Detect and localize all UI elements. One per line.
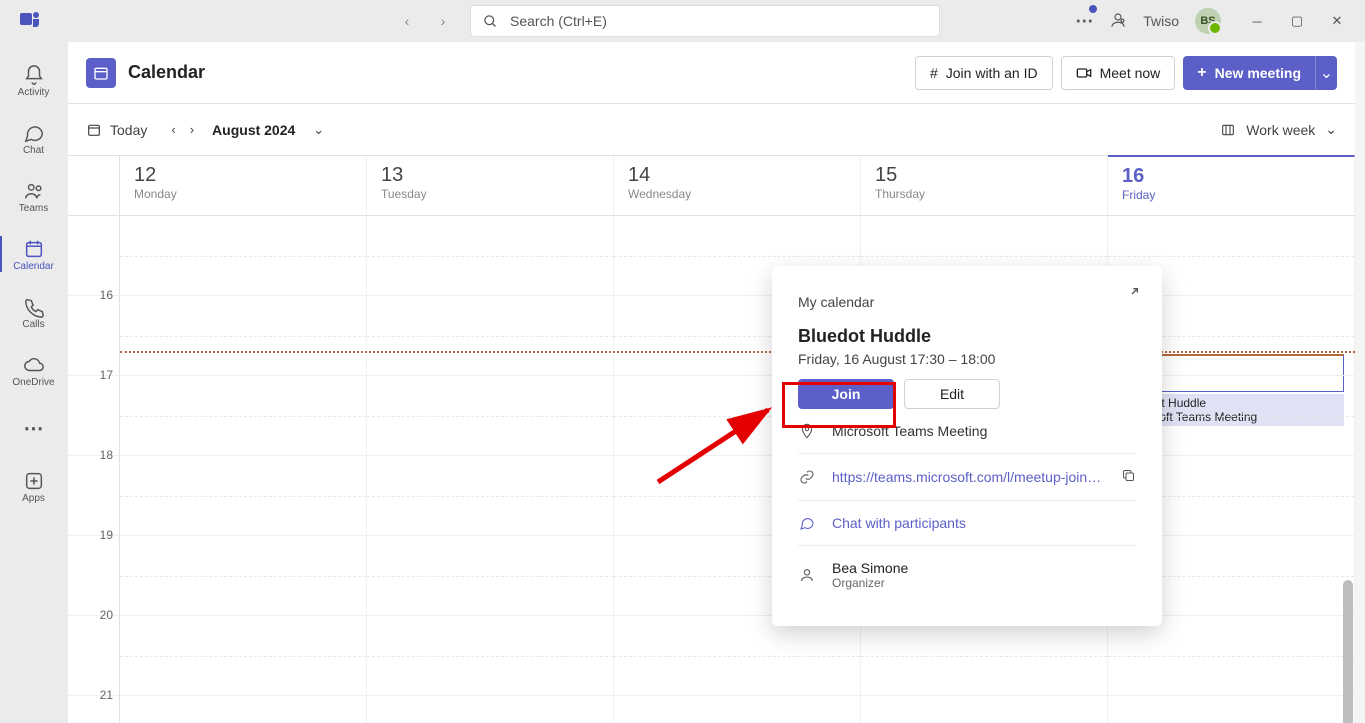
link-icon — [798, 469, 816, 485]
close-button[interactable]: ✕ — [1317, 6, 1357, 36]
rail-item-teams[interactable]: Teams — [0, 170, 68, 222]
chat-icon — [798, 515, 816, 531]
popup-event-datetime: Friday, 16 August 17:30 – 18:00 — [798, 351, 1136, 367]
avatar[interactable]: BS — [1195, 8, 1221, 34]
plus-icon: + — [1197, 64, 1206, 82]
edit-event-button[interactable]: Edit — [904, 379, 1000, 409]
chat-icon — [23, 121, 45, 145]
day-column-tue[interactable] — [367, 216, 614, 723]
cloud-icon — [23, 353, 45, 377]
current-time-indicator — [120, 351, 1355, 353]
user-name-label: Twiso — [1143, 13, 1179, 29]
calendar-badge-icon — [86, 58, 116, 88]
meet-now-button[interactable]: Meet now — [1061, 56, 1176, 90]
rail-item-chat[interactable]: Chat — [0, 112, 68, 164]
new-meeting-dropdown[interactable]: ⌄ — [1315, 56, 1337, 90]
grid-view-icon — [1220, 122, 1236, 138]
maximize-button[interactable]: ▢ — [1277, 6, 1317, 36]
time-gutter-head — [68, 156, 120, 215]
popup-event-title: Bluedot Huddle — [798, 326, 1136, 347]
rail-item-onedrive[interactable]: OneDrive — [0, 344, 68, 396]
time-slot: 20 — [68, 616, 119, 696]
day-header-friday[interactable]: 16Friday — [1108, 155, 1355, 215]
person-icon — [798, 567, 816, 583]
calendar-name-label: My calendar — [798, 294, 1136, 310]
time-column: 161718192021 — [68, 216, 120, 723]
nav-forward-button[interactable]: › — [428, 6, 458, 36]
month-label: August 2024 — [212, 122, 295, 138]
people-icon — [23, 179, 45, 203]
calendar-icon — [23, 237, 45, 261]
day-header-tuesday[interactable]: 13Tuesday — [367, 156, 614, 215]
time-slot: 18 — [68, 456, 119, 536]
event-details-popup: My calendar Bluedot Huddle Friday, 16 Au… — [772, 266, 1162, 626]
month-dropdown-button[interactable]: ⌄ — [313, 122, 324, 138]
nav-back-button[interactable]: ‹ — [392, 6, 422, 36]
time-slot — [68, 216, 119, 296]
rail-item-dots[interactable]: ⋯ — [0, 402, 68, 454]
day-header-thursday[interactable]: 15Thursday — [861, 156, 1108, 215]
copy-link-button[interactable] — [1121, 468, 1136, 486]
chat-with-participants-link[interactable]: Chat with participants — [832, 515, 966, 531]
chevron-down-icon: ⌄ — [1325, 121, 1337, 138]
time-slot: 21 — [68, 696, 119, 723]
hash-icon: # — [930, 65, 938, 81]
day-column-mon[interactable] — [120, 216, 367, 723]
meeting-link[interactable]: https://teams.microsoft.com/l/meetup-joi… — [832, 469, 1105, 485]
search-placeholder: Search (Ctrl+E) — [510, 13, 607, 29]
time-slot: 16 — [68, 296, 119, 376]
prev-week-button[interactable]: ‹ — [171, 122, 175, 137]
rail-item-apps[interactable]: Apps — [0, 460, 68, 512]
time-slot: 17 — [68, 376, 119, 456]
dots-icon: ⋯ — [24, 416, 44, 440]
title-bar: ‹ › Search (Ctrl+E) ⋯ Twiso BS ─ ▢ ✕ — [0, 0, 1365, 42]
day-header-monday[interactable]: 12Monday — [120, 156, 367, 215]
next-week-button[interactable]: › — [190, 122, 194, 137]
calendar-today-icon — [86, 122, 102, 138]
search-input[interactable]: Search (Ctrl+E) — [470, 5, 940, 37]
annotation-arrow — [648, 392, 788, 492]
join-with-id-button[interactable]: # Join with an ID — [915, 56, 1053, 90]
new-meeting-button[interactable]: + New meeting — [1183, 56, 1315, 90]
minimize-button[interactable]: ─ — [1237, 6, 1277, 36]
video-icon — [1076, 67, 1092, 79]
phone-icon — [23, 295, 45, 319]
app-rail: Activity Chat Teams Calendar Calls OneDrive ⋯ A… — [0, 42, 68, 723]
organizer-name: Bea Simone — [832, 560, 908, 576]
day-headers: 12Monday13Tuesday14Wednesday15Thursday16… — [68, 156, 1355, 216]
page-title: Calendar — [128, 62, 205, 83]
scrollbar-thumb[interactable] — [1343, 580, 1353, 723]
profile-person-icon[interactable] — [1109, 11, 1127, 32]
day-header-wednesday[interactable]: 14Wednesday — [614, 156, 861, 215]
calendar-toolbar: Today ‹ › August 2024 ⌄ Work week ⌄ — [68, 104, 1355, 156]
more-options-button[interactable]: ⋯ — [1075, 11, 1093, 32]
new-meeting-split-button[interactable]: + New meeting ⌄ — [1183, 56, 1337, 90]
time-slot: 19 — [68, 536, 119, 616]
rail-item-calendar[interactable]: Calendar — [0, 228, 68, 280]
bell-icon — [23, 63, 45, 87]
annotation-highlight-box — [782, 382, 896, 428]
teams-logo-icon — [18, 7, 42, 36]
plus-app-icon — [23, 469, 45, 493]
rail-item-calls[interactable]: Calls — [0, 286, 68, 338]
rail-item-activity[interactable]: Activity — [0, 54, 68, 106]
expand-button[interactable] — [1124, 286, 1140, 307]
today-button[interactable]: Today — [86, 122, 147, 138]
calendar-page: Calendar # Join with an ID Meet now + Ne… — [68, 42, 1355, 723]
view-picker[interactable]: Work week ⌄ — [1220, 121, 1337, 138]
main-area: Calendar # Join with an ID Meet now + Ne… — [68, 42, 1365, 723]
organizer-role: Organizer — [832, 576, 908, 590]
search-icon — [483, 14, 498, 29]
page-header: Calendar # Join with an ID Meet now + Ne… — [68, 42, 1355, 104]
